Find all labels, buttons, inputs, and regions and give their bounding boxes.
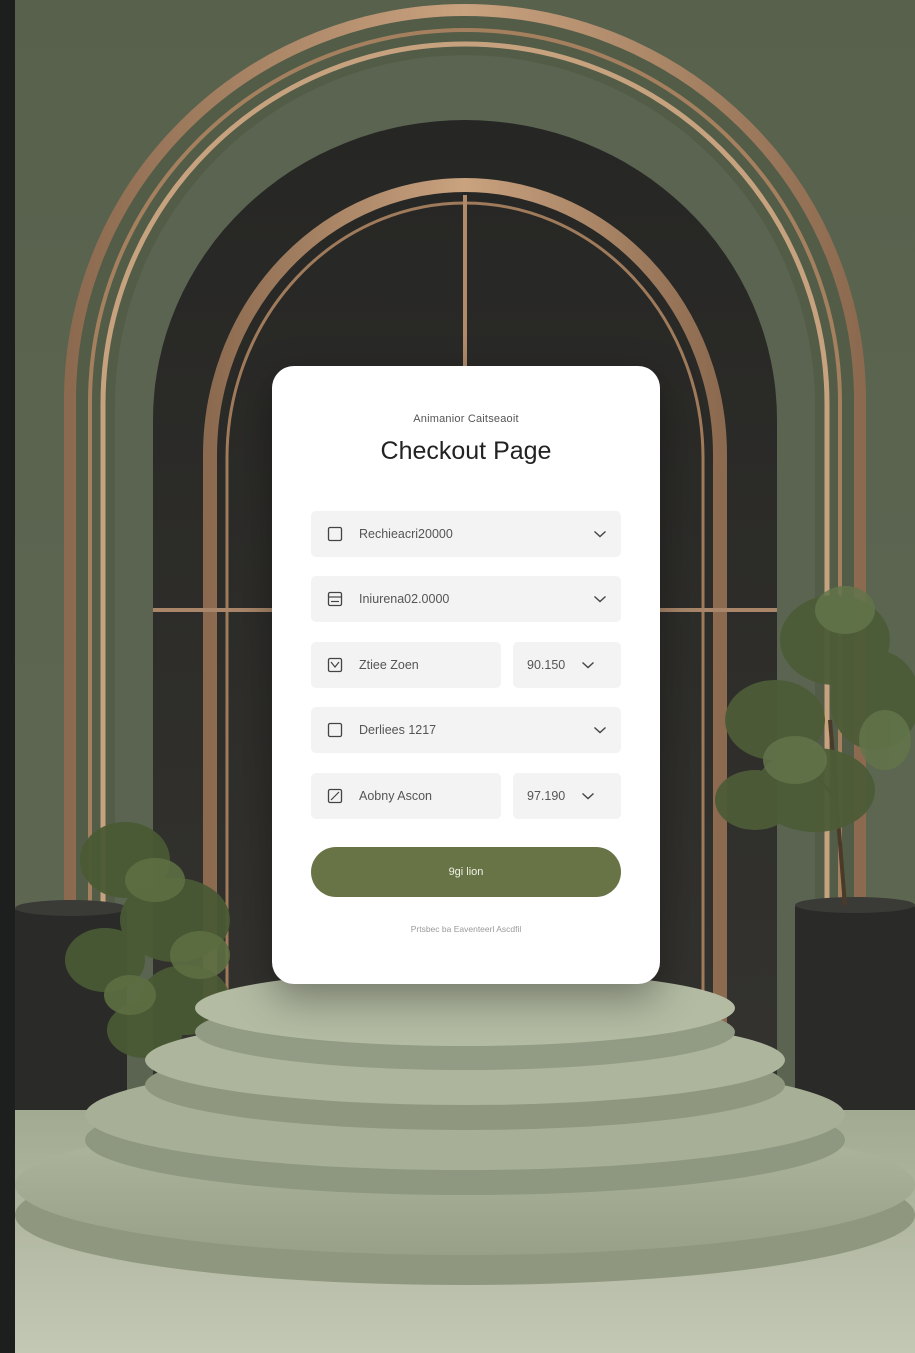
checked-box-icon — [327, 657, 343, 673]
background-scene: Animanior Caitseaoit Checkout Page Rechi… — [15, 0, 915, 1353]
card-eyebrow: Animanior Caitseaoit — [413, 413, 519, 425]
amount-select-3[interactable]: 90.150 — [513, 642, 621, 688]
checkout-card: Animanior Caitseaoit Checkout Page Rechi… — [272, 366, 660, 984]
chevron-down-icon — [582, 661, 595, 669]
amount-select-5[interactable]: 97.190 — [513, 773, 621, 819]
input-field-3[interactable]: Ztiee Zoen — [311, 642, 501, 688]
select-field-2-label: Iniurena02.0000 — [359, 592, 450, 606]
input-field-5-label: Aobny Ascon — [359, 789, 432, 803]
amount-value-3: 90.150 — [527, 658, 566, 672]
chevron-down-icon — [594, 726, 606, 734]
card-icon — [327, 591, 343, 607]
select-field-4-label: Derliees 1217 — [359, 723, 437, 737]
edit-box-icon — [327, 788, 343, 804]
select-field-1[interactable]: Rechieacri20000 — [311, 511, 621, 557]
submit-button[interactable]: 9gi lion — [311, 847, 621, 897]
chevron-down-icon — [594, 530, 606, 538]
input-field-5[interactable]: Aobny Ascon — [311, 773, 501, 819]
amount-value-5: 97.190 — [527, 789, 566, 803]
select-field-2[interactable]: Iniurena02.0000 — [311, 576, 621, 622]
checkbox-icon — [327, 722, 343, 738]
select-field-4[interactable]: Derliees 1217 — [311, 707, 621, 753]
checkbox-icon — [327, 526, 343, 542]
page-title: Checkout Page — [380, 437, 552, 465]
footnote-text: Prtsbec ba Eaventeerl Ascdfil — [410, 924, 522, 934]
input-field-3-label: Ztiee Zoen — [359, 658, 419, 672]
chevron-down-icon — [582, 792, 595, 800]
chevron-down-icon — [594, 595, 606, 603]
select-field-1-label: Rechieacri20000 — [359, 527, 453, 541]
